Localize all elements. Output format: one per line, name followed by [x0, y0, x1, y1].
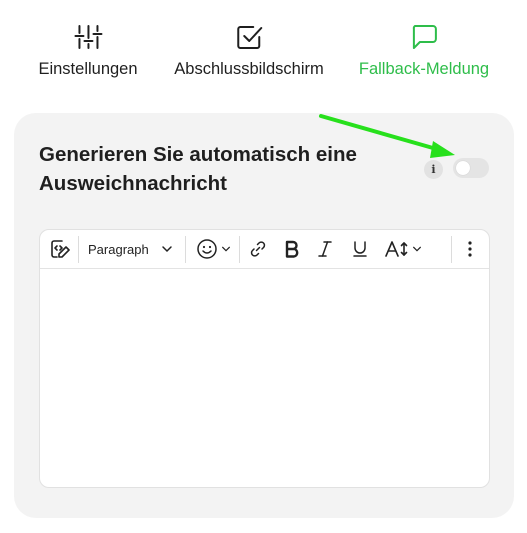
- underline-icon: [353, 241, 367, 257]
- chevron-down-icon: [412, 246, 421, 252]
- block-style-select[interactable]: Paragraph: [88, 230, 178, 268]
- fallback-card: Generieren Sie automatisch eine Ausweich…: [14, 113, 514, 518]
- rich-text-editor: Paragraph: [39, 229, 490, 488]
- sliders-icon: [73, 25, 102, 49]
- editor-toolbar: Paragraph: [40, 230, 489, 269]
- tab-label: Einstellungen: [38, 60, 138, 78]
- text-size-icon: [384, 241, 407, 257]
- editor-content-area[interactable]: [40, 269, 489, 487]
- toggle-knob: [456, 161, 470, 175]
- tab-abschlussbildschirm[interactable]: Abschlussbildschirm: [174, 22, 324, 79]
- block-style-label: Paragraph: [88, 241, 149, 257]
- underline-button[interactable]: [348, 230, 372, 268]
- checkbox-icon: [237, 26, 262, 49]
- link-icon: [250, 241, 266, 257]
- tab-einstellungen[interactable]: Einstellungen: [38, 22, 138, 79]
- bold-button[interactable]: [280, 230, 304, 268]
- ai-edit-button[interactable]: [44, 230, 76, 268]
- tab-label: Abschlussbildschirm: [174, 60, 324, 78]
- toolbar-divider: [451, 236, 452, 263]
- more-options-button[interactable]: [458, 230, 482, 268]
- italic-button[interactable]: [314, 230, 336, 268]
- message-icon: [412, 25, 437, 49]
- tab-bar: Einstellungen Abschlussbildschirm Fallba…: [0, 0, 527, 100]
- emoji-button[interactable]: [192, 230, 234, 268]
- chevron-down-icon: [161, 246, 172, 253]
- card-title: Generieren Sie automatisch eine Ausweich…: [39, 143, 357, 195]
- tab-label: Fallback-Meldung: [358, 60, 490, 78]
- more-vertical-icon: [468, 241, 472, 257]
- chevron-down-icon: [221, 246, 230, 252]
- auto-generate-toggle[interactable]: [453, 158, 489, 178]
- toolbar-divider: [78, 236, 79, 263]
- link-button[interactable]: [246, 230, 270, 268]
- bold-icon: [285, 240, 299, 258]
- italic-icon: [318, 241, 332, 257]
- code-edit-icon: [51, 240, 70, 258]
- toolbar-divider: [239, 236, 240, 263]
- info-icon[interactable]: i: [424, 160, 443, 179]
- font-size-button[interactable]: [380, 230, 426, 268]
- tab-fallback-meldung[interactable]: Fallback-Meldung: [359, 22, 489, 79]
- toolbar-divider: [185, 236, 186, 263]
- smiley-icon: [196, 239, 217, 259]
